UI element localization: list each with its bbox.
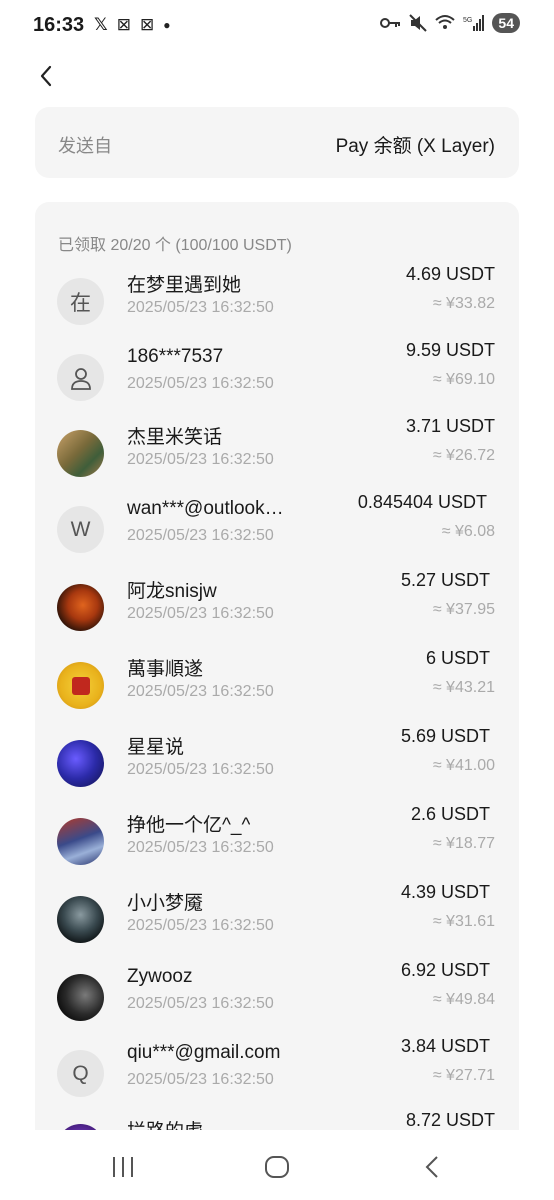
status-time: 16:33 [33,14,85,36]
person-icon [70,367,91,390]
system-nav-bar [0,1130,554,1200]
avatar: Q [57,1050,104,1097]
recent-apps-icon [113,1157,133,1177]
claimer-name: 小小梦魇 [127,893,204,914]
claim-list-card: 已领取 20/20 个 (100/100 USDT) 在 在梦里遇到她 2025… [35,202,519,1142]
claimer-name: 186***7537 [127,346,224,367]
claimer-name: Zywooz [127,966,193,987]
avatar [57,740,104,787]
home-icon [265,1156,289,1178]
claim-summary: 已领取 20/20 个 (100/100 USDT) [58,237,292,254]
claimer-name: qiu***@gmail.com [127,1042,281,1063]
avatar-letter: W [70,517,91,541]
claim-fiat-value: ≈ ¥27.71 [432,1067,495,1084]
claim-time: 2025/05/23 16:32:50 [127,299,274,316]
avatar-letter: 在 [70,291,91,315]
status-notification-icons: 𝕏 ⊠ ⊠ ● [94,15,170,35]
claim-fiat-value: ≈ ¥41.00 [432,757,495,774]
claim-time: 2025/05/23 16:32:50 [127,451,274,468]
avatar: 在 [57,278,104,325]
back-button[interactable] [30,60,62,92]
avatar [57,584,104,631]
dot-icon: ● [163,18,171,32]
claim-time: 2025/05/23 16:32:50 [127,527,274,544]
recent-apps-button[interactable] [103,1152,143,1182]
avatar-decoration [71,676,90,695]
avatar-letter: Q [72,1061,89,1085]
claim-time: 2025/05/23 16:32:50 [127,917,274,934]
avatar [57,974,104,1021]
claim-amount: 4.39 USDT [400,882,490,902]
claim-time: 2025/05/23 16:32:50 [127,839,274,856]
claim-amount: 3.71 USDT [405,416,495,436]
claim-time: 2025/05/23 16:32:50 [127,761,274,778]
claim-fiat-value: ≈ ¥33.82 [432,295,495,312]
claimer-name: 杰里米笑话 [127,427,223,448]
claim-time: 2025/05/23 16:32:50 [127,683,274,700]
claim-amount: 5.69 USDT [400,726,490,746]
claim-amount: 4.69 USDT [405,264,495,284]
claim-amount: 0.845404 USDT [357,492,487,512]
claimer-name: 星星说 [127,737,185,758]
claim-amount: 2.6 USDT [410,804,490,824]
claimer-name: 萬事順遂 [127,659,204,680]
claim-time: 2025/05/23 16:32:50 [127,375,274,392]
claim-fiat-value: ≈ ¥18.77 [432,835,495,852]
claim-fiat-value: ≈ ¥6.08 [441,523,495,540]
avatar [57,354,104,401]
avatar [57,662,104,709]
claim-fiat-value: ≈ ¥43.21 [432,679,495,696]
sender-value: Pay 余额 (X Layer) [335,136,495,157]
signal-icon: 5G [463,15,485,31]
claim-time: 2025/05/23 16:32:50 [127,995,274,1012]
claimer-name: wan***@outlook… [127,498,284,519]
app-icon: ⊠ [139,15,155,34]
status-bar: 16:33 𝕏 ⊠ ⊠ ● 5G 54 [0,0,554,52]
battery-indicator: 54 [492,13,520,33]
claim-amount: 8.72 USDT [405,1110,495,1130]
claimer-name: 阿龙snisjw [127,581,217,602]
avatar [57,818,104,865]
x-icon: 𝕏 [94,15,108,34]
claim-time: 2025/05/23 16:32:50 [127,1071,274,1088]
system-back-button[interactable] [412,1152,452,1182]
claim-fiat-value: ≈ ¥69.10 [432,371,495,388]
claim-amount: 5.27 USDT [400,570,490,590]
claimer-name: 在梦里遇到她 [127,275,242,296]
claim-fiat-value: ≈ ¥49.84 [432,991,495,1008]
wifi-icon [435,15,456,29]
home-button[interactable] [257,1152,297,1182]
back-icon [425,1156,438,1178]
claim-amount: 3.84 USDT [400,1036,490,1056]
avatar: W [57,506,104,553]
claim-fiat-value: ≈ ¥26.72 [432,447,495,464]
key-icon [380,18,401,28]
claim-fiat-value: ≈ ¥31.61 [432,913,495,930]
mute-icon [409,14,428,32]
claim-amount: 9.59 USDT [405,340,495,360]
chevron-left-icon [40,65,52,87]
svg-text:5G: 5G [463,17,472,24]
sender-card: 发送自 Pay 余额 (X Layer) [35,107,519,178]
status-system-icons: 5G 54 [380,13,520,33]
claimer-name: 挣他一个亿^_^ [127,815,251,836]
avatar [57,896,104,943]
avatar [57,430,104,477]
claim-fiat-value: ≈ ¥37.95 [432,601,495,618]
claim-time: 2025/05/23 16:32:50 [127,605,274,622]
claim-amount: 6.92 USDT [400,960,490,980]
claim-amount: 6 USDT [425,648,490,668]
sender-label: 发送自 [58,136,112,156]
app-icon: ⊠ [116,15,131,34]
